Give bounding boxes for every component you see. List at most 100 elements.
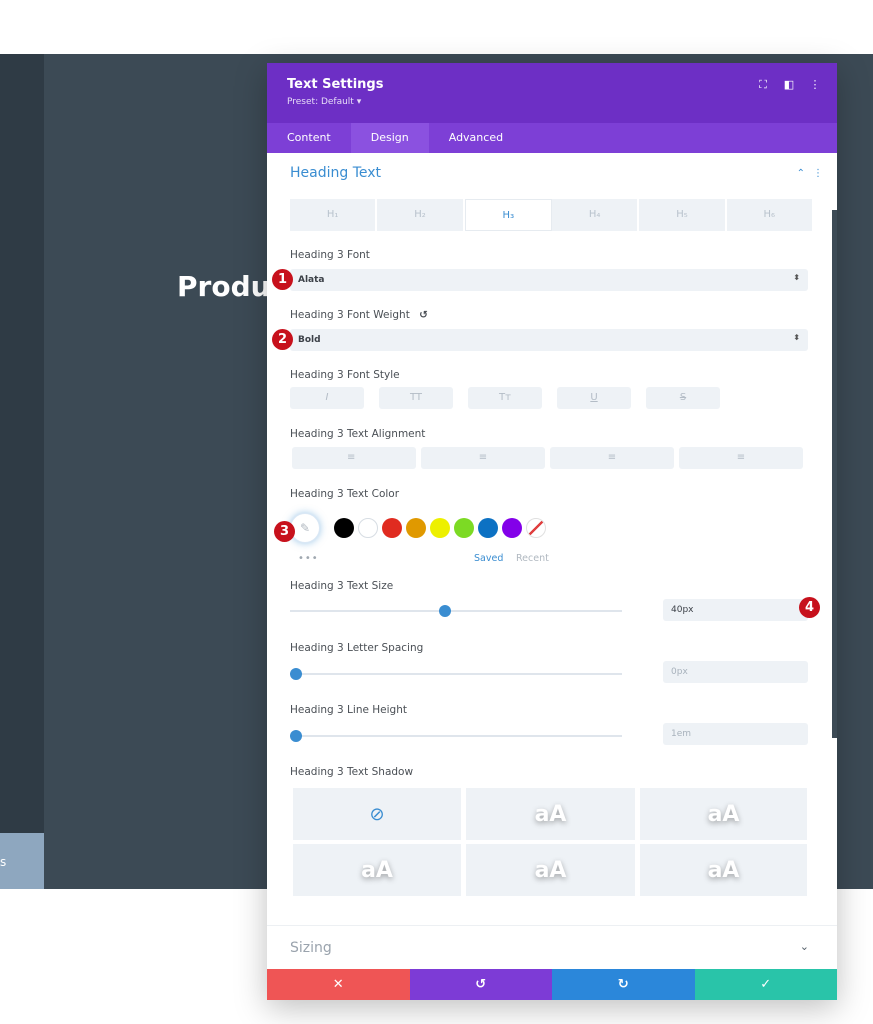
preset-dropdown[interactable]: Preset: Default ▾: [287, 97, 817, 107]
heading-level-tabs: H₁ H₂ H₃ H₄ H₅ H₆: [290, 199, 814, 231]
tab-h3[interactable]: H₃: [464, 199, 552, 231]
shadow-preview-text: aA: [707, 857, 740, 883]
tab-advanced[interactable]: Advanced: [429, 123, 523, 153]
text-shadow-label: Heading 3 Text Shadow: [290, 766, 414, 778]
redo-button[interactable]: ↻: [552, 969, 695, 1000]
capitalize-button[interactable]: Tт: [468, 387, 542, 409]
text-size-slider[interactable]: [290, 605, 622, 617]
fullscreen-icon[interactable]: ⛶: [757, 79, 769, 91]
swatch-green[interactable]: [454, 518, 474, 538]
recent-colors-tab[interactable]: Recent: [516, 553, 549, 564]
annotation-badge-1: 1: [272, 269, 293, 290]
undo-button[interactable]: ↺: [409, 969, 552, 1000]
strikethrough-button[interactable]: S: [646, 387, 720, 409]
swatch-purple[interactable]: [502, 518, 522, 538]
reset-icon[interactable]: ↺: [419, 309, 428, 321]
slider-handle[interactable]: [290, 668, 302, 680]
section-title: Heading Text: [290, 165, 382, 181]
chevron-down-icon[interactable]: ⌄: [800, 940, 809, 953]
tab-content[interactable]: Content: [267, 123, 351, 153]
font-weight-value: Bold: [298, 335, 321, 345]
font-style-label: Heading 3 Font Style: [290, 369, 400, 381]
shadow-preset-3[interactable]: aA: [293, 844, 461, 896]
annotation-badge-2: 2: [272, 329, 293, 350]
tab-h6[interactable]: H₆: [727, 199, 814, 231]
select-arrows-icon: ⬍: [793, 273, 800, 282]
align-right-button[interactable]: ≡: [550, 447, 674, 469]
text-settings-modal: Text Settings Preset: Default ▾ ⛶ ◧ ⋮ Co…: [267, 63, 837, 1000]
modal-footer: ✕ ↺ ↻ ✓: [267, 969, 837, 1000]
italic-button[interactable]: I: [290, 387, 364, 409]
line-height-slider[interactable]: [290, 730, 622, 742]
font-weight-select[interactable]: Bold ⬍: [290, 329, 808, 351]
text-shadow-presets: ⊘ aA aA aA aA aA: [293, 788, 807, 896]
text-alignment-label: Heading 3 Text Alignment: [290, 428, 426, 440]
swatch-orange[interactable]: [406, 518, 426, 538]
split-view-icon[interactable]: ◧: [783, 79, 795, 91]
modal-title: Text Settings: [287, 77, 384, 92]
text-size-input[interactable]: 40px: [663, 599, 808, 621]
saved-colors-tab[interactable]: Saved: [474, 553, 503, 564]
font-weight-label-text: Heading 3 Font Weight: [290, 309, 410, 321]
swatch-black[interactable]: [334, 518, 354, 538]
modal-header: Text Settings Preset: Default ▾ ⛶ ◧ ⋮: [267, 63, 837, 123]
line-height-label: Heading 3 Line Height: [290, 704, 407, 716]
line-height-input[interactable]: 1em: [663, 723, 808, 745]
slider-handle[interactable]: [290, 730, 302, 742]
shadow-preset-4[interactable]: aA: [466, 844, 635, 896]
shadow-preview-text: aA: [534, 801, 567, 827]
shadow-preset-2[interactable]: aA: [640, 788, 807, 840]
text-size-label: Heading 3 Text Size: [290, 580, 394, 592]
font-weight-label: Heading 3 Font Weight ↺: [290, 309, 428, 321]
swatch-red[interactable]: [382, 518, 402, 538]
page-side-tab[interactable]: s: [0, 833, 44, 889]
select-arrows-icon: ⬍: [793, 333, 800, 342]
letter-spacing-slider[interactable]: [290, 668, 622, 680]
shadow-preset-1[interactable]: aA: [466, 788, 635, 840]
more-colors-icon[interactable]: •••: [298, 553, 319, 564]
tab-h5[interactable]: H₅: [639, 199, 727, 231]
page-left-column: [0, 54, 44, 889]
align-justify-button[interactable]: ≡: [679, 447, 803, 469]
swatch-yellow[interactable]: [430, 518, 450, 538]
swatch-white[interactable]: [358, 518, 378, 538]
collapse-icon[interactable]: ⌃: [797, 168, 805, 179]
screen: Produc s Text Settings Preset: Default ▾…: [0, 0, 873, 1024]
text-color-label: Heading 3 Text Color: [290, 488, 400, 500]
swatch-blue[interactable]: [478, 518, 498, 538]
cancel-button[interactable]: ✕: [267, 969, 410, 1000]
font-style-buttons: I TT Tт U S: [290, 387, 720, 409]
sizing-title: Sizing: [290, 940, 332, 956]
letter-spacing-label: Heading 3 Letter Spacing: [290, 642, 424, 654]
tab-h2[interactable]: H₂: [377, 199, 465, 231]
shadow-none-button[interactable]: ⊘: [293, 788, 461, 840]
font-value: Alata: [298, 275, 325, 285]
tab-design[interactable]: Design: [350, 123, 429, 153]
shadow-preview-text: aA: [361, 857, 393, 883]
underline-button[interactable]: U: [557, 387, 631, 409]
font-label: Heading 3 Font: [290, 249, 370, 261]
modal-scrollbar[interactable]: [832, 210, 837, 738]
font-select[interactable]: Alata ⬍: [290, 269, 808, 291]
tab-h1[interactable]: H₁: [290, 199, 378, 231]
save-button[interactable]: ✓: [694, 969, 837, 1000]
uppercase-button[interactable]: TT: [379, 387, 453, 409]
letter-spacing-input[interactable]: 0px: [663, 661, 808, 683]
page-top-bar: [0, 0, 873, 54]
slider-handle[interactable]: [439, 605, 451, 617]
tab-h4[interactable]: H₄: [552, 199, 640, 231]
settings-tabs: Content Design Advanced: [267, 123, 837, 153]
text-alignment-buttons: ≡ ≡ ≡ ≡: [292, 447, 803, 469]
shadow-preview-text: aA: [534, 857, 567, 883]
heading-text-section-header[interactable]: Heading Text ⌃ ⋮: [267, 153, 837, 197]
align-center-button[interactable]: ≡: [421, 447, 545, 469]
sizing-section-header[interactable]: Sizing ⌄: [267, 925, 837, 969]
section-menu-icon[interactable]: ⋮: [813, 168, 823, 179]
more-options-icon[interactable]: ⋮: [809, 79, 821, 91]
align-left-button[interactable]: ≡: [292, 447, 416, 469]
annotation-badge-4: 4: [799, 597, 820, 618]
annotation-badge-3: 3: [274, 521, 295, 542]
swatch-transparent[interactable]: [526, 518, 546, 538]
no-shadow-icon: ⊘: [369, 803, 385, 825]
shadow-preset-5[interactable]: aA: [640, 844, 807, 896]
